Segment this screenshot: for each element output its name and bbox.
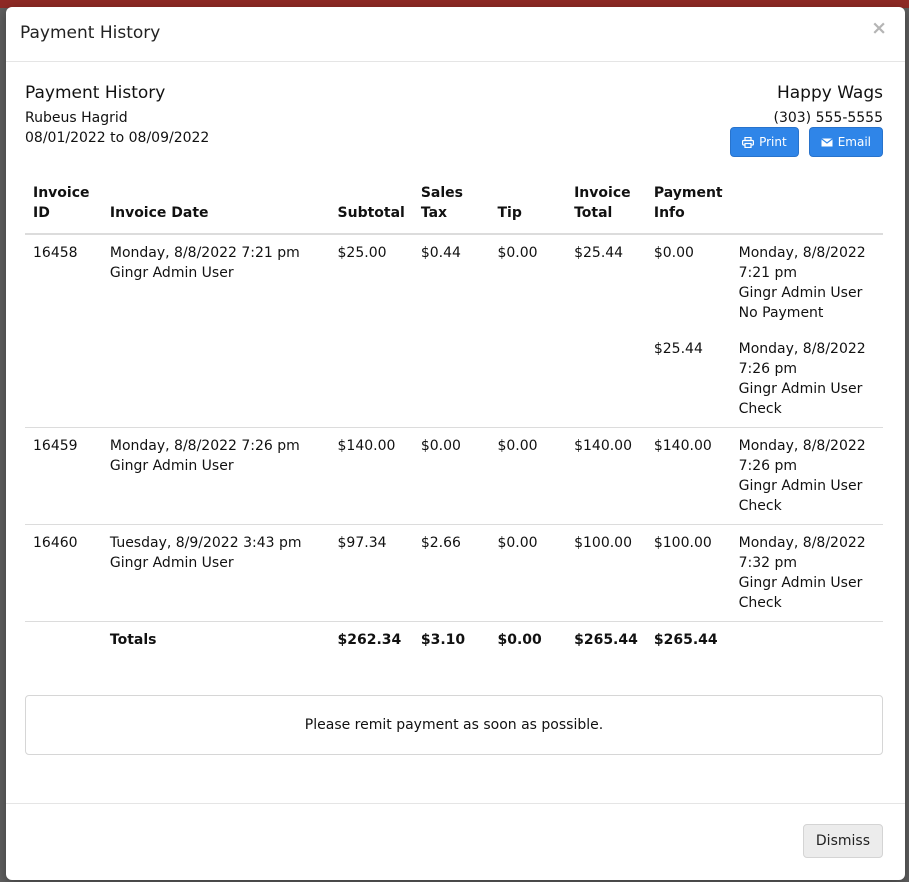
report-title: Payment History	[25, 83, 166, 103]
print-label: Print	[759, 135, 787, 149]
totals-invoice-total: $265.44	[566, 621, 646, 658]
modal-title: Payment History	[20, 23, 161, 43]
invoice-total: $25.44	[574, 245, 624, 261]
payment-amount: $25.44	[653, 341, 703, 357]
payment-notice: Please remit payment as soon as possible…	[25, 695, 883, 755]
col-invoice-total: Invoice Total	[566, 179, 646, 235]
payment-amount: $100.00	[645, 524, 731, 622]
table-header-row: Invoice ID Invoice Date Subtotal Sales Tax…	[25, 179, 883, 235]
invoice-total: $100.00	[566, 524, 646, 622]
business-phone: (303) 555-5555	[773, 110, 884, 126]
invoice-id: 16460	[25, 524, 102, 622]
payment-detail: Monday, 8/8/2022 7:32 pm Gingr Admin Use…	[730, 524, 883, 622]
invoice-tip: $0.00	[489, 427, 567, 525]
table-row: 16460 Tuesday, 8/9/2022 3:43 pm Gingr Ad…	[25, 524, 883, 622]
dismiss-button[interactable]: Dismiss	[802, 824, 883, 858]
col-invoice-date: Invoice Date	[101, 179, 330, 235]
action-buttons: Print Email	[730, 127, 883, 157]
payment-detail: Monday, 8/8/2022 7:21 pm Gingr Admin Use…	[738, 245, 866, 321]
invoice-subtotal: $97.34	[329, 524, 413, 622]
invoice-id: 16459	[25, 427, 102, 525]
col-payment-info: Payment Info	[645, 179, 731, 235]
payment-detail: Monday, 8/8/2022 7:26 pm Gingr Admin Use…	[738, 341, 866, 417]
report-info: Payment History Rubeus Hagrid 08/01/2022…	[25, 83, 209, 148]
email-label: Email	[837, 135, 871, 149]
col-payment-detail	[730, 179, 883, 235]
invoice-subtotal: $25.00	[337, 245, 387, 261]
table-row: 16458 Monday, 8/8/2022 7:21 pm Gingr Adm…	[25, 234, 883, 331]
table-row: 16459 Monday, 8/8/2022 7:26 pm Gingr Adm…	[25, 427, 883, 525]
totals-row: Totals $262.34 $3.10 $0.00 $265.44 $265.…	[25, 621, 883, 658]
modal-footer: Dismiss	[6, 803, 905, 880]
invoice-sales-tax: $0.44	[420, 245, 461, 261]
email-button[interactable]: Email	[808, 127, 883, 157]
business-name: Happy Wags	[776, 83, 883, 103]
payment-amount: $140.00	[645, 427, 731, 525]
invoice-tip: $0.00	[489, 524, 567, 622]
totals-tip: $0.00	[489, 621, 567, 658]
col-tip: Tip	[489, 179, 567, 235]
date-range: 08/01/2022 to 08/09/2022	[25, 130, 210, 146]
totals-label: Totals	[101, 621, 330, 658]
col-sales-tax: Sales Tax	[412, 179, 490, 235]
invoice-id: 16458	[33, 245, 78, 261]
invoice-date: Monday, 8/8/2022 7:26 pm Gingr Admin Use…	[101, 427, 330, 525]
invoice-subtotal: $140.00	[329, 427, 413, 525]
payment-amount: $0.00	[653, 245, 694, 261]
invoice-sales-tax: $0.00	[412, 427, 490, 525]
table-row: $25.44 Monday, 8/8/2022 7:26 pm Gingr Ad…	[25, 331, 883, 428]
invoice-total: $140.00	[566, 427, 646, 525]
invoice-date: Monday, 8/8/2022 7:21 pm Gingr Admin Use…	[109, 245, 300, 281]
notice-text: Please remit payment as soon as possible…	[304, 717, 604, 733]
payment-detail: Monday, 8/8/2022 7:26 pm Gingr Admin Use…	[730, 427, 883, 525]
col-subtotal: Subtotal	[329, 179, 413, 235]
payment-history-modal: Payment History × Payment History Rubeus…	[6, 7, 905, 880]
modal-header: Payment History ×	[6, 7, 905, 62]
customer-name: Rubeus Hagrid	[25, 110, 128, 126]
close-icon[interactable]: ×	[871, 19, 887, 38]
payment-history-table: Invoice ID Invoice Date Subtotal Sales Tax…	[25, 179, 883, 658]
invoice-sales-tax: $2.66	[412, 524, 490, 622]
envelope-icon	[820, 137, 833, 146]
invoice-tip: $0.00	[497, 245, 538, 261]
invoice-date: Tuesday, 8/9/2022 3:43 pm Gingr Admin Us…	[101, 524, 330, 622]
totals-payment: $265.44	[645, 621, 731, 658]
totals-sales-tax: $3.10	[412, 621, 490, 658]
print-button[interactable]: Print	[730, 127, 799, 157]
col-invoice-id: Invoice ID	[25, 179, 102, 235]
printer-icon	[742, 136, 755, 148]
totals-subtotal: $262.34	[329, 621, 413, 658]
business-info: Happy Wags (303) 555-5555	[774, 83, 884, 128]
